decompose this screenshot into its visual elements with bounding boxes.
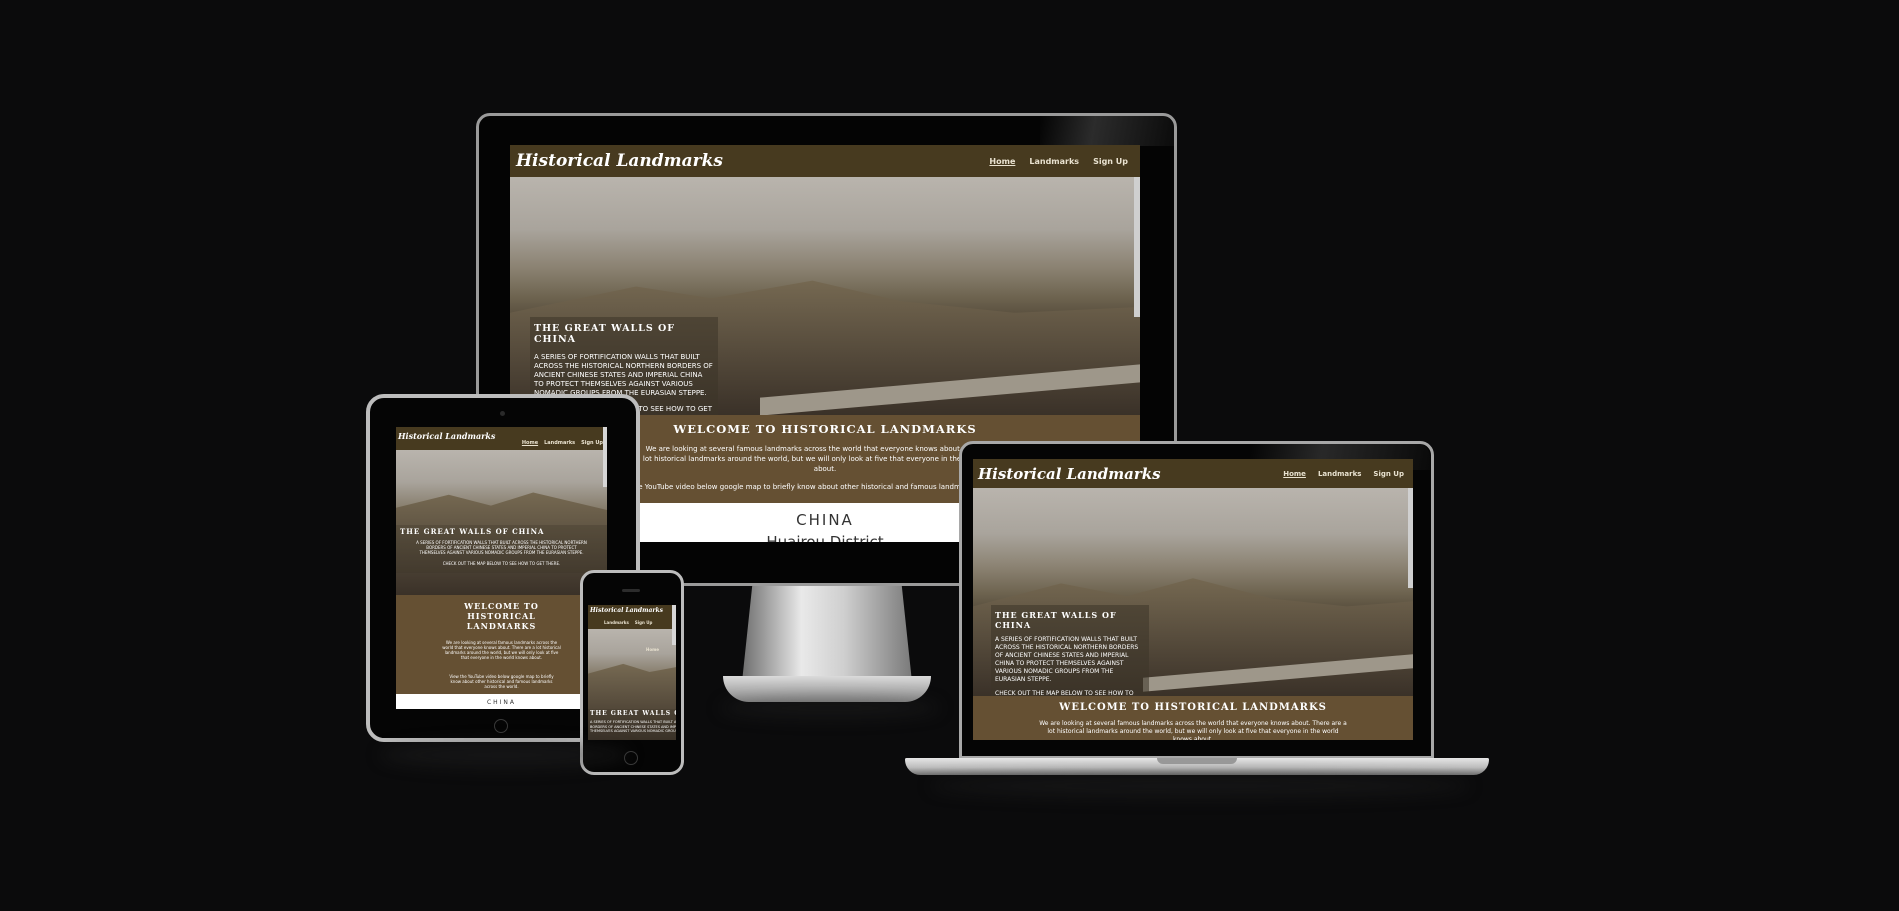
nav-signup-link[interactable]: Sign Up [581, 440, 603, 446]
nav-landmarks-link[interactable]: Landmarks [1029, 157, 1079, 166]
tablet-home-button-icon[interactable] [494, 719, 508, 733]
hero-image: THE GREAT WALLS OF CHINA A SERIES OF FOR… [510, 177, 1140, 415]
nav-home-link[interactable]: Home [989, 157, 1015, 166]
welcome-text: We are looking at several famous landmar… [442, 640, 561, 660]
navbar: Historical Landmarks Home Landmarks Sign… [973, 459, 1413, 488]
hero-title: THE GREAT WALLS OF CHINA [590, 710, 676, 717]
welcome-title: WELCOME TO HISTORICAL LANDMARKS [464, 601, 539, 631]
hero-caption: THE GREAT WALLS OF CHINA A SERIES OF FOR… [396, 525, 607, 573]
brand-logo[interactable]: Historical Landmarks [398, 431, 495, 441]
scrollbar[interactable] [1134, 177, 1140, 317]
nav-signup-link[interactable]: Sign Up [635, 620, 652, 625]
reflection [930, 775, 1470, 797]
welcome-video-text: View the YouTube video below google map … [449, 674, 554, 689]
hero-image: Home THE GREAT WALLS OF CHINA A SERIES O… [588, 629, 676, 740]
hero-title: THE GREAT WALLS OF CHINA [534, 323, 676, 345]
monitor-stand-neck [742, 586, 912, 682]
welcome-text: We are looking at several famous landmar… [1039, 720, 1347, 740]
nav-landmarks-link[interactable]: Landmarks [1318, 470, 1361, 478]
brand-logo[interactable]: Historical Landmarks [516, 151, 723, 171]
hero-text: A SERIES OF FORTIFICATION WALLS THAT BUI… [416, 540, 587, 555]
nav-landmarks-link[interactable]: Landmarks [604, 620, 629, 625]
scrollbar[interactable] [672, 605, 676, 645]
welcome-title: WELCOME TO HISTORICAL LANDMARKS [1059, 702, 1327, 713]
nav-signup-link[interactable]: Sign Up [1373, 470, 1404, 478]
monitor-glare [1040, 116, 1174, 146]
scrollbar[interactable] [603, 427, 607, 487]
hero-text: A SERIES OF FORTIFICATION WALLS THAT BUI… [534, 353, 713, 397]
hero-text: A SERIES OF FORTIFICATION WALLS THAT BUI… [995, 636, 1139, 683]
scrollbar[interactable] [1408, 488, 1413, 588]
laptop-screen: Historical Landmarks Home Landmarks Sign… [973, 459, 1413, 740]
navbar: Historical Landmarks Landmarks Sign Up [588, 605, 676, 629]
brand-logo[interactable]: Historical Landmarks [590, 607, 663, 614]
hero-caption: THE GREAT WALLS OF CHINA A SERIES OF FOR… [991, 605, 1149, 696]
hero-cta[interactable]: CHECK OUT THE MAP BELOW TO SEE HOW TO GE… [400, 561, 603, 566]
china-heading: CHINA [486, 699, 517, 706]
hero-caption: THE GREAT WALLS OF CHINA A SERIES OF FOR… [588, 709, 676, 740]
hero-title: THE GREAT WALLS OF CHINA [995, 610, 1117, 630]
brand-logo[interactable]: Historical Landmarks [978, 465, 1161, 483]
laptop-notch [1157, 758, 1237, 764]
nav-home-link[interactable]: Home [1283, 470, 1306, 478]
nav-links: Home Landmarks Sign Up [1283, 470, 1404, 478]
china-section: CHINA [396, 694, 607, 709]
reflection [380, 742, 630, 768]
nav-signup-link[interactable]: Sign Up [1093, 157, 1128, 166]
nav-home-link[interactable]: Home [522, 440, 538, 446]
nav-home-link[interactable]: Home [646, 647, 659, 652]
navbar: Historical Landmarks Home Landmarks Sign… [510, 145, 1140, 177]
welcome-section: WELCOME TO HISTORICAL LANDMARKS We are l… [396, 595, 607, 694]
navbar: Historical Landmarks Home Landmarks Sign… [396, 427, 607, 450]
nav-links: Home Landmarks Sign Up [522, 440, 603, 446]
nav-landmarks-link[interactable]: Landmarks [544, 440, 575, 446]
tablet-screen: Historical Landmarks Home Landmarks Sign… [396, 427, 607, 709]
welcome-section: WELCOME TO HISTORICAL LANDMARKS We are l… [973, 696, 1413, 740]
hero-image: THE GREAT WALLS OF CHINA A SERIES OF FOR… [396, 450, 607, 595]
phone-speaker [622, 589, 640, 592]
reflection [720, 698, 940, 718]
welcome-text: We are looking at several famous landmar… [642, 445, 1008, 473]
hero-text: A SERIES OF FORTIFICATION WALLS THAT BUI… [590, 720, 676, 733]
phone-screen: Historical Landmarks Landmarks Sign Up H… [588, 605, 676, 740]
nav-links: Home Landmarks Sign Up [989, 157, 1128, 166]
hero-image: THE GREAT WALLS OF CHINA A SERIES OF FOR… [973, 488, 1413, 696]
hero-title: THE GREAT WALLS OF CHINA [400, 527, 545, 536]
camera-icon [500, 411, 505, 416]
nav-links: Landmarks Sign Up [604, 620, 652, 625]
